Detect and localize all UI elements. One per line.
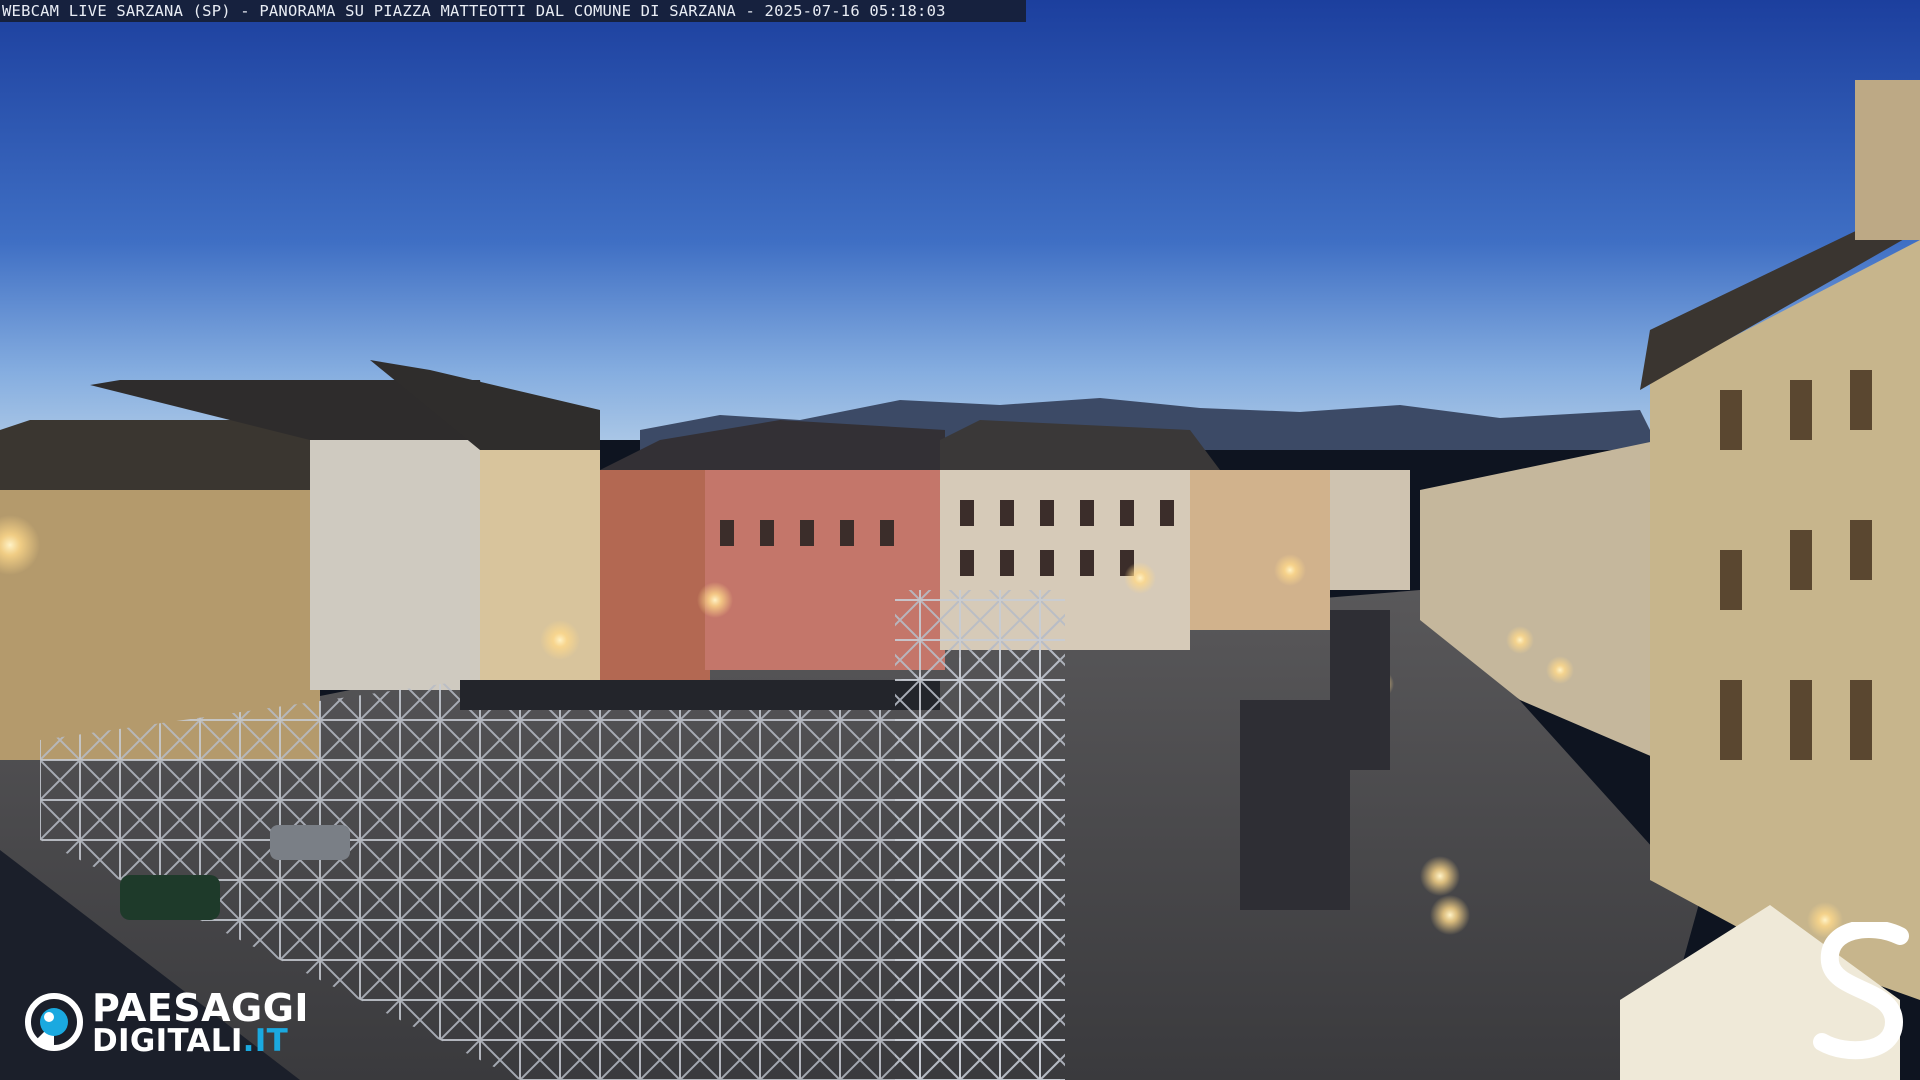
webcam-caption: WEBCAM LIVE SARZANA (SP) - PANORAMA SU P…: [0, 0, 1026, 22]
paesaggi-digitali-logo[interactable]: PAESAGGI DIGITALI.IT: [24, 988, 344, 1060]
camera-eye-icon: [25, 993, 83, 1051]
logo-text-digitali: DIGITALI.IT: [92, 1024, 288, 1058]
webcam-scene: [0, 0, 1920, 1080]
sky: [0, 0, 1920, 440]
s-letter-mark: [1813, 922, 1909, 1060]
logo-text-tld: .IT: [242, 1023, 289, 1059]
logo-text-paesaggi: PAESAGGI: [92, 986, 310, 1030]
logo-text-digitali-main: DIGITALI: [92, 1023, 243, 1059]
